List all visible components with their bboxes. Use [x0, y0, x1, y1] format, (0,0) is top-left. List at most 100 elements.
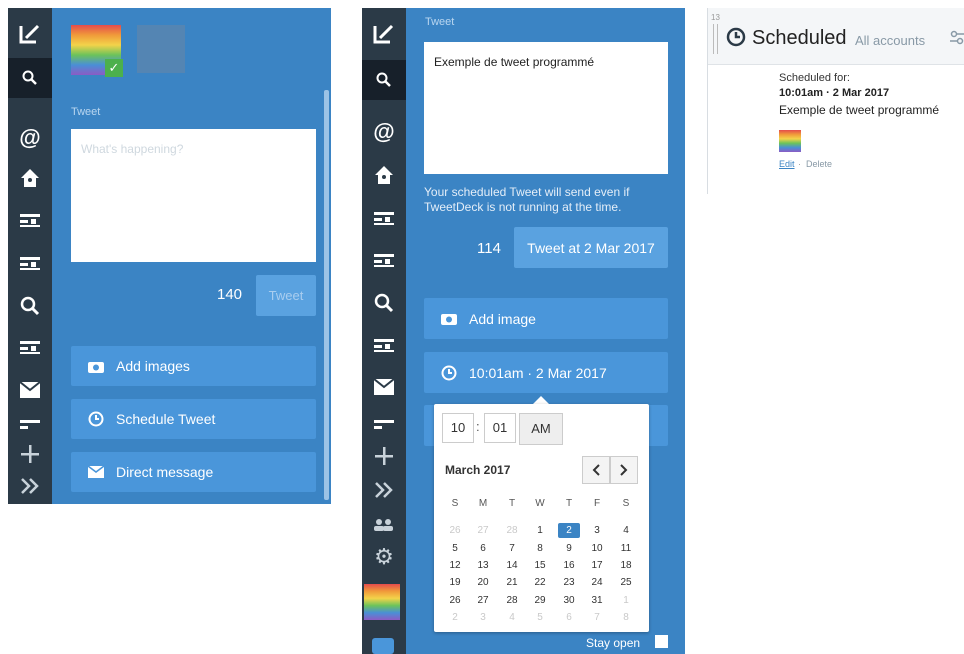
- expand-icon[interactable]: [8, 472, 52, 500]
- accounts-icon[interactable]: [362, 510, 406, 540]
- list-column-icon[interactable]: [8, 327, 52, 367]
- schedule-datetime-button[interactable]: 10:01am · 2 Mar 2017: [424, 352, 668, 393]
- column-settings-icon[interactable]: [950, 30, 964, 51]
- weekday-header: W: [535, 498, 545, 509]
- account-avatar-group[interactable]: [137, 25, 185, 73]
- search-icon[interactable]: [8, 58, 52, 98]
- calendar-day[interactable]: 27: [472, 525, 494, 536]
- calendar-day[interactable]: 25: [615, 577, 637, 588]
- left-scrollbar[interactable]: [324, 90, 329, 500]
- list-column-icon[interactable]: [8, 200, 52, 240]
- scheduled-for-label: Scheduled for:: [779, 72, 850, 84]
- search-column-icon[interactable]: [8, 286, 52, 326]
- list-column-icon[interactable]: [362, 325, 406, 365]
- calendar-day[interactable]: 11: [615, 543, 637, 554]
- list-column-icon[interactable]: [362, 240, 406, 280]
- camera-icon: [85, 360, 107, 373]
- calendar-day[interactable]: 20: [472, 577, 494, 588]
- add-images-button[interactable]: Add images: [71, 346, 316, 386]
- calendar-day[interactable]: 6: [472, 543, 494, 554]
- compose-icon[interactable]: [362, 14, 406, 54]
- calendar-day-selected[interactable]: 2: [558, 523, 580, 538]
- calendar-day[interactable]: 17: [586, 560, 608, 571]
- list-column-icon[interactable]: [362, 198, 406, 238]
- calendar-day[interactable]: 15: [529, 560, 551, 571]
- add-image-button[interactable]: Add image: [424, 298, 668, 339]
- calendar-day[interactable]: 7: [501, 543, 523, 554]
- calendar-day[interactable]: 1: [529, 525, 551, 536]
- calendar-day[interactable]: 26: [444, 595, 466, 606]
- calendar-day[interactable]: 28: [501, 525, 523, 536]
- direct-message-button[interactable]: Direct message: [71, 452, 316, 492]
- schedule-tweet-button[interactable]: Schedule Tweet: [71, 399, 316, 439]
- edit-link[interactable]: Edit: [779, 159, 795, 169]
- list-column-icon[interactable]: [8, 412, 52, 436]
- calendar-day[interactable]: 28: [501, 595, 523, 606]
- calendar-day[interactable]: 24: [586, 577, 608, 588]
- calendar-day[interactable]: 21: [501, 577, 523, 588]
- calendar-day[interactable]: 26: [444, 525, 466, 536]
- search-icon[interactable]: [362, 60, 406, 100]
- calendar-day[interactable]: 22: [529, 577, 551, 588]
- profile-avatar[interactable]: [364, 584, 400, 620]
- calendar-day[interactable]: 23: [558, 577, 580, 588]
- tweet-at-button[interactable]: Tweet at 2 Mar 2017: [514, 227, 668, 268]
- add-column-icon[interactable]: [8, 440, 52, 468]
- calendar-day[interactable]: 5: [444, 543, 466, 554]
- messages-icon[interactable]: [362, 367, 406, 407]
- calendar-day[interactable]: 27: [472, 595, 494, 606]
- calendar-day[interactable]: 31: [586, 595, 608, 606]
- calendar-day[interactable]: 14: [501, 560, 523, 571]
- calendar-day[interactable]: 30: [558, 595, 580, 606]
- expand-icon[interactable]: [362, 476, 406, 504]
- compose-icon[interactable]: [8, 14, 52, 54]
- calendar-day[interactable]: 13: [472, 560, 494, 571]
- calendar-day[interactable]: 3: [472, 612, 494, 623]
- list-column-icon[interactable]: [8, 243, 52, 283]
- calendar-day[interactable]: 4: [615, 525, 637, 536]
- calendar-day[interactable]: 8: [615, 612, 637, 623]
- delete-link[interactable]: Delete: [806, 159, 832, 169]
- next-month-button[interactable]: [610, 456, 638, 484]
- direct-message-label: Direct message: [116, 464, 214, 480]
- calendar-day[interactable]: 8: [529, 543, 551, 554]
- calendar-day[interactable]: 18: [615, 560, 637, 571]
- list-column-icon[interactable]: [362, 412, 406, 436]
- settings-gear-icon[interactable]: ⚙: [362, 542, 406, 572]
- calendar-day[interactable]: 2: [444, 612, 466, 623]
- tweet-textarea[interactable]: What's happening?: [71, 129, 316, 262]
- messages-icon[interactable]: [8, 370, 52, 410]
- tweet-label: Tweet: [71, 106, 101, 118]
- tweet-button-label: Tweet: [268, 288, 304, 303]
- calendar-day[interactable]: 19: [444, 577, 466, 588]
- mentions-icon[interactable]: @: [362, 112, 406, 152]
- home-icon[interactable]: [8, 158, 52, 198]
- tweet-textarea[interactable]: Exemple de tweet programmé: [424, 42, 668, 174]
- calendar-day[interactable]: 1: [615, 595, 637, 606]
- calendar-day[interactable]: 6: [558, 612, 580, 623]
- calendar-day[interactable]: 10: [586, 543, 608, 554]
- home-icon[interactable]: [362, 155, 406, 195]
- calendar-day[interactable]: 5: [529, 612, 551, 623]
- calendar-day[interactable]: 29: [529, 595, 551, 606]
- prev-month-button[interactable]: [582, 456, 610, 484]
- time-separator: :: [476, 419, 480, 434]
- calendar-day[interactable]: 4: [501, 612, 523, 623]
- calendar-day[interactable]: 7: [586, 612, 608, 623]
- envelope-icon: [85, 466, 107, 478]
- ampm-toggle[interactable]: AM: [519, 413, 563, 445]
- mentions-icon[interactable]: @: [8, 118, 52, 158]
- calendar-day[interactable]: 9: [558, 543, 580, 554]
- tweet-button[interactable]: Tweet: [256, 275, 316, 316]
- stay-open-checkbox[interactable]: [655, 635, 668, 648]
- minute-input[interactable]: 01: [484, 413, 516, 443]
- calendar-day[interactable]: 16: [558, 560, 580, 571]
- add-column-icon[interactable]: [362, 442, 406, 470]
- drag-handle[interactable]: [713, 24, 718, 54]
- hour-input[interactable]: 10: [442, 413, 474, 443]
- search-column-icon[interactable]: [362, 283, 406, 323]
- chevron-left-icon: [592, 464, 600, 476]
- twitter-bird-icon[interactable]: [372, 638, 394, 654]
- calendar-day[interactable]: 3: [586, 525, 608, 536]
- calendar-day[interactable]: 12: [444, 560, 466, 571]
